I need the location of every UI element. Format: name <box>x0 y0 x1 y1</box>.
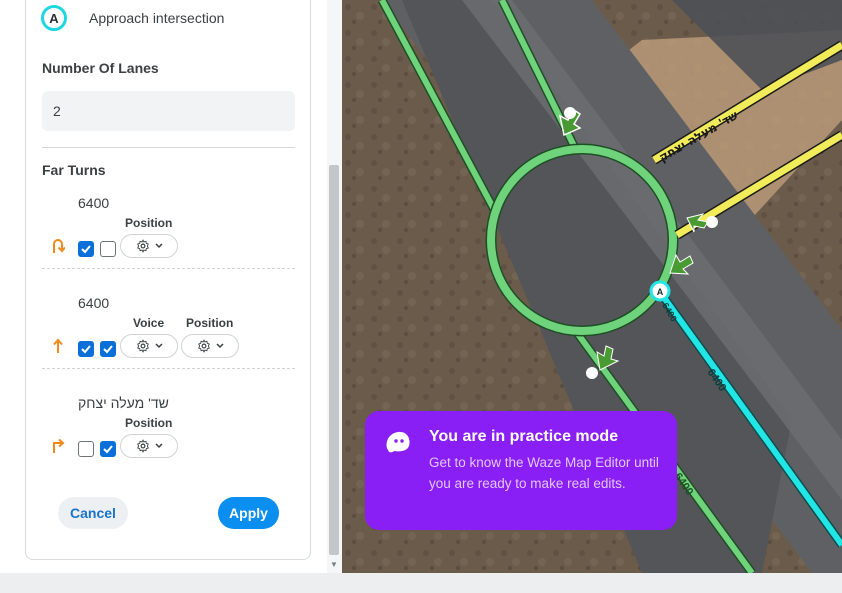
voice-dropdown[interactable] <box>120 334 178 358</box>
turn-right-icon <box>53 438 65 453</box>
practice-body: Get to know the Waze Map Editor until yo… <box>429 455 659 491</box>
voice-label: Voice <box>133 316 165 330</box>
panel-scrollbar[interactable]: ▼ <box>327 0 342 573</box>
position-dropdown[interactable] <box>120 234 178 258</box>
lanes-title: Number Of Lanes <box>42 60 159 76</box>
turn-separator <box>42 268 295 269</box>
scroll-down-icon[interactable]: ▼ <box>330 560 338 569</box>
turn-checkbox-1[interactable] <box>78 341 94 357</box>
u-turn-icon <box>53 239 65 253</box>
position-dropdown[interactable] <box>181 334 239 358</box>
turn-name: שד' מעלה יצחק <box>78 395 169 411</box>
chevron-down-icon <box>154 243 163 249</box>
approach-badge: A <box>41 5 67 31</box>
position-label: Position <box>125 416 173 430</box>
lanes-input[interactable]: 2 <box>42 91 295 131</box>
practice-mode-banner: You are in practice mode Get to know the… <box>365 411 677 530</box>
turn-checkbox-2[interactable] <box>100 341 116 357</box>
approach-row: A Approach intersection <box>41 4 224 32</box>
divider <box>42 147 295 148</box>
apply-button[interactable]: Apply <box>218 497 279 529</box>
straight-arrow-icon <box>53 338 63 353</box>
far-turns-title: Far Turns <box>42 162 106 178</box>
check-icon <box>81 345 91 354</box>
turn-separator <box>42 368 295 369</box>
chevron-down-icon <box>154 343 163 349</box>
gear-icon <box>136 239 149 253</box>
left-strip <box>0 0 11 593</box>
scrollbar-thumb[interactable] <box>329 165 339 555</box>
side-panel: A Approach intersection Number Of Lanes … <box>11 0 327 573</box>
turn-checkbox-2[interactable] <box>100 241 116 257</box>
check-icon <box>103 345 113 354</box>
check-icon <box>81 245 91 254</box>
position-label: Position <box>186 316 234 330</box>
speaker-icon[interactable] <box>706 216 718 228</box>
chevron-down-icon <box>215 343 224 349</box>
bottom-bar <box>0 573 842 593</box>
turn-name: 6400 <box>78 195 110 211</box>
gear-icon <box>136 339 149 353</box>
waze-ghost-icon <box>386 431 410 453</box>
cancel-button[interactable]: Cancel <box>58 497 128 529</box>
position-label: Position <box>125 216 173 230</box>
approach-label: Approach intersection <box>89 10 225 26</box>
practice-title: You are in practice mode <box>429 428 619 445</box>
node-a-label: A <box>657 287 664 297</box>
speaker-icon[interactable] <box>564 107 576 119</box>
turn-checkbox-1[interactable] <box>78 241 94 257</box>
check-icon <box>103 445 113 454</box>
gear-icon <box>197 339 210 353</box>
position-dropdown[interactable] <box>120 434 178 458</box>
speaker-icon[interactable] <box>586 367 598 379</box>
turn-checkbox-1[interactable] <box>78 441 94 457</box>
gear-icon <box>136 439 149 453</box>
turn-editor-card <box>25 0 311 560</box>
turn-name: 6400 <box>78 295 110 311</box>
turn-checkbox-2[interactable] <box>100 441 116 457</box>
chevron-down-icon <box>154 443 163 449</box>
